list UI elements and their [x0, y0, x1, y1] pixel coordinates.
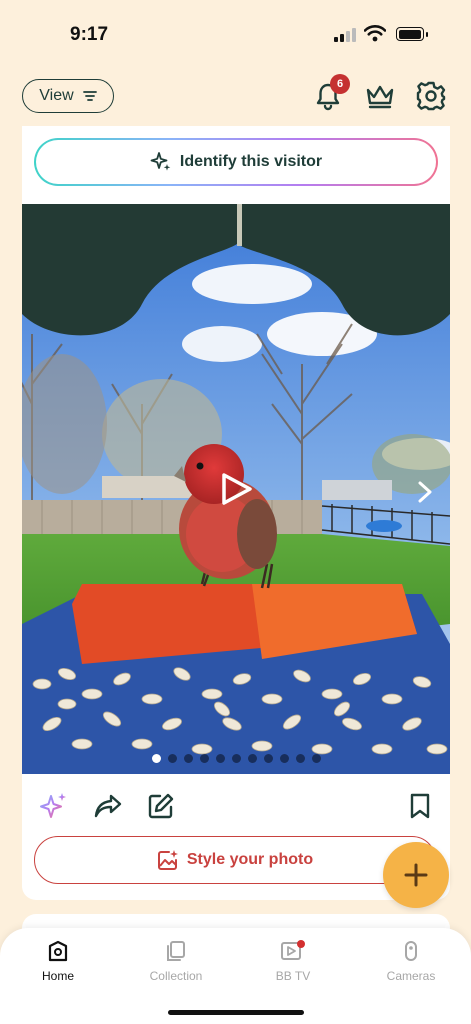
- settings-button[interactable]: [413, 78, 449, 114]
- crown-icon: [366, 85, 394, 109]
- style-photo-button[interactable]: Style your photo: [34, 836, 436, 884]
- cellular-signal-icon: [334, 28, 358, 42]
- share-arrow-icon: [94, 794, 122, 818]
- bookmark-button[interactable]: [404, 790, 436, 822]
- tab-home-label: Home: [41, 969, 74, 983]
- carousel-dot[interactable]: [183, 754, 193, 763]
- sparkles-icon: [40, 793, 66, 818]
- notifications-button[interactable]: 6: [310, 74, 350, 114]
- play-icon[interactable]: [218, 471, 254, 507]
- carousel-dot[interactable]: [199, 754, 209, 763]
- plus-icon: [404, 863, 428, 887]
- home-icon: [48, 940, 68, 962]
- view-button[interactable]: View: [22, 79, 114, 113]
- sparkle-icon: [150, 152, 171, 171]
- carousel-dot[interactable]: [167, 754, 177, 763]
- edit-icon: [148, 793, 174, 819]
- filter-icon: [82, 91, 97, 101]
- image-sparkle-icon: [157, 850, 178, 870]
- tv-icon: [281, 940, 305, 960]
- tab-bbtv-label: BB TV: [275, 969, 311, 983]
- tab-cameras-label: Cameras: [386, 969, 436, 983]
- bird-photo[interactable]: [22, 204, 450, 774]
- carousel-dot[interactable]: [247, 754, 257, 763]
- carousel-dot[interactable]: [215, 754, 225, 763]
- wifi-icon: [364, 25, 386, 42]
- camera-icon: [405, 941, 417, 961]
- tab-bbtv[interactable]: BB TV: [248, 940, 338, 992]
- home-indicator: [168, 1010, 304, 1015]
- status-time: 9:17: [70, 24, 109, 45]
- share-button[interactable]: [92, 790, 124, 822]
- carousel-dot[interactable]: [151, 754, 161, 763]
- style-photo-label: Style your photo: [186, 851, 314, 868]
- ai-sparkle-button[interactable]: [38, 790, 70, 822]
- top-bar: View 6: [0, 74, 471, 120]
- post-card: Identify this visitor Style your photo: [22, 126, 450, 900]
- add-button[interactable]: [383, 842, 449, 908]
- identify-visitor-button[interactable]: Identify this visitor: [34, 138, 438, 186]
- status-bar: 9:17: [0, 0, 471, 66]
- bookmark-icon: [410, 793, 430, 819]
- tab-collection[interactable]: Collection: [131, 940, 221, 992]
- carousel-dots[interactable]: [22, 754, 450, 764]
- notification-badge: 6: [330, 74, 350, 94]
- battery-icon: [396, 27, 428, 41]
- carousel-dot[interactable]: [279, 754, 289, 763]
- collection-icon: [167, 941, 185, 961]
- carousel-dot[interactable]: [263, 754, 273, 763]
- edit-button[interactable]: [145, 790, 177, 822]
- photo-actions: [22, 786, 450, 826]
- carousel-dot[interactable]: [295, 754, 305, 763]
- carousel-dot[interactable]: [231, 754, 241, 763]
- tab-cameras[interactable]: Cameras: [366, 940, 456, 992]
- gear-icon: [416, 81, 446, 111]
- premium-button[interactable]: [362, 78, 398, 114]
- tab-home[interactable]: Home: [13, 940, 103, 992]
- carousel-dot[interactable]: [311, 754, 321, 763]
- chevron-right-icon[interactable]: [415, 480, 435, 504]
- identify-visitor-label: Identify this visitor: [179, 153, 323, 170]
- tab-collection-label: Collection: [149, 969, 203, 983]
- view-button-label: View: [39, 87, 74, 104]
